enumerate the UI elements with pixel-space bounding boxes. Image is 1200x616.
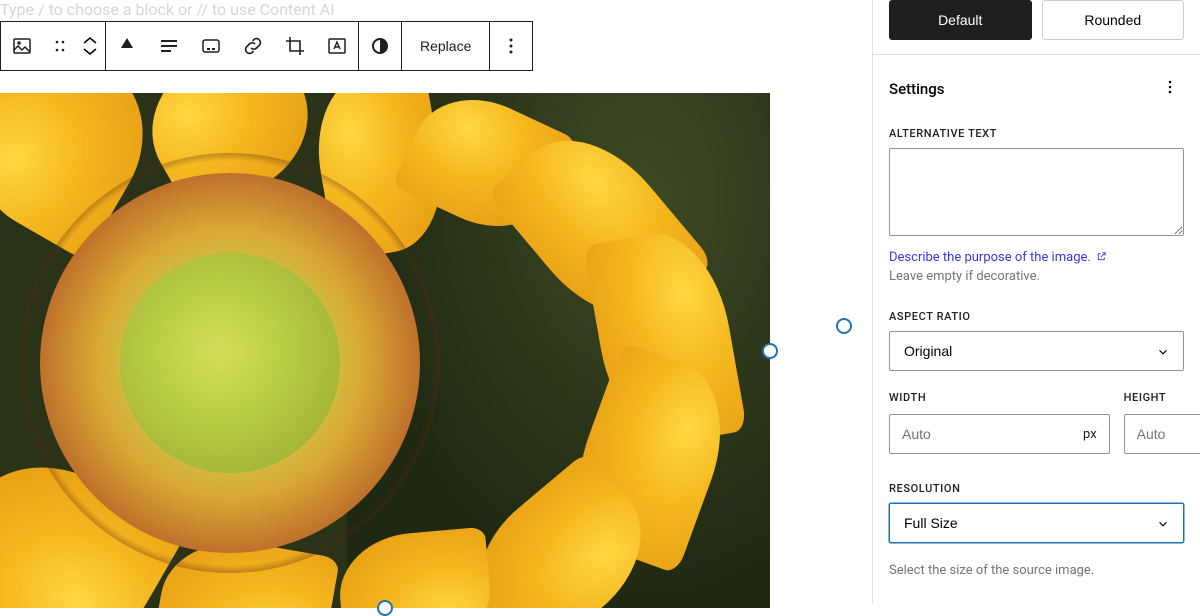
chevron-down-icon — [81, 46, 99, 56]
width-unit[interactable]: px — [1083, 427, 1097, 442]
image-block[interactable] — [0, 93, 770, 608]
replace-button[interactable]: Replace — [402, 22, 489, 70]
more-options-icon[interactable] — [490, 22, 532, 70]
settings-sidebar: Default Rounded Settings ALTERNATIVE TEX… — [872, 0, 1200, 603]
crop-icon[interactable] — [274, 22, 316, 70]
alt-text-label: ALTERNATIVE TEXT — [873, 119, 1200, 148]
resolution-select[interactable]: Full Size — [889, 503, 1184, 543]
block-placeholder-hint: Type / to choose a block or // to use Co… — [0, 0, 855, 21]
link-icon[interactable] — [232, 22, 274, 70]
resolution-help-text: Select the size of the source image. — [873, 563, 1200, 578]
alt-text-input[interactable] — [889, 148, 1184, 236]
block-type-image-icon[interactable] — [1, 22, 43, 70]
move-up-down[interactable] — [77, 22, 105, 70]
resize-handle-bottom[interactable] — [377, 600, 393, 616]
block-toolbar: Replace — [0, 21, 533, 71]
width-label: WIDTH — [889, 391, 1110, 414]
drag-handle-icon[interactable] — [43, 22, 77, 70]
align-icon[interactable] — [106, 22, 148, 70]
aspect-ratio-select[interactable]: Original — [889, 331, 1184, 371]
style-default-button[interactable]: Default — [889, 0, 1032, 40]
alt-text-help-sub: Leave empty if decorative. — [873, 269, 1200, 302]
external-link-icon — [1096, 251, 1107, 262]
settings-panel-title: Settings — [889, 80, 945, 98]
resize-handle-right[interactable] — [762, 343, 778, 359]
sunflower-image — [0, 93, 770, 608]
resolution-label: RESOLUTION — [873, 474, 1200, 503]
selection-handle[interactable] — [836, 318, 852, 334]
text-align-icon[interactable] — [148, 22, 190, 70]
height-input[interactable] — [1137, 426, 1200, 442]
text-overlay-icon[interactable] — [316, 22, 358, 70]
alt-text-help-link[interactable]: Describe the purpose of the image. — [873, 250, 1200, 269]
width-input[interactable] — [902, 426, 1083, 442]
height-label: HEIGHT — [1124, 391, 1200, 414]
caption-icon[interactable] — [190, 22, 232, 70]
aspect-ratio-label: ASPECT RATIO — [873, 302, 1200, 331]
duotone-filter-icon[interactable] — [359, 22, 401, 70]
settings-more-icon[interactable] — [1156, 73, 1184, 105]
style-rounded-button[interactable]: Rounded — [1042, 0, 1185, 40]
chevron-up-icon — [81, 36, 99, 46]
